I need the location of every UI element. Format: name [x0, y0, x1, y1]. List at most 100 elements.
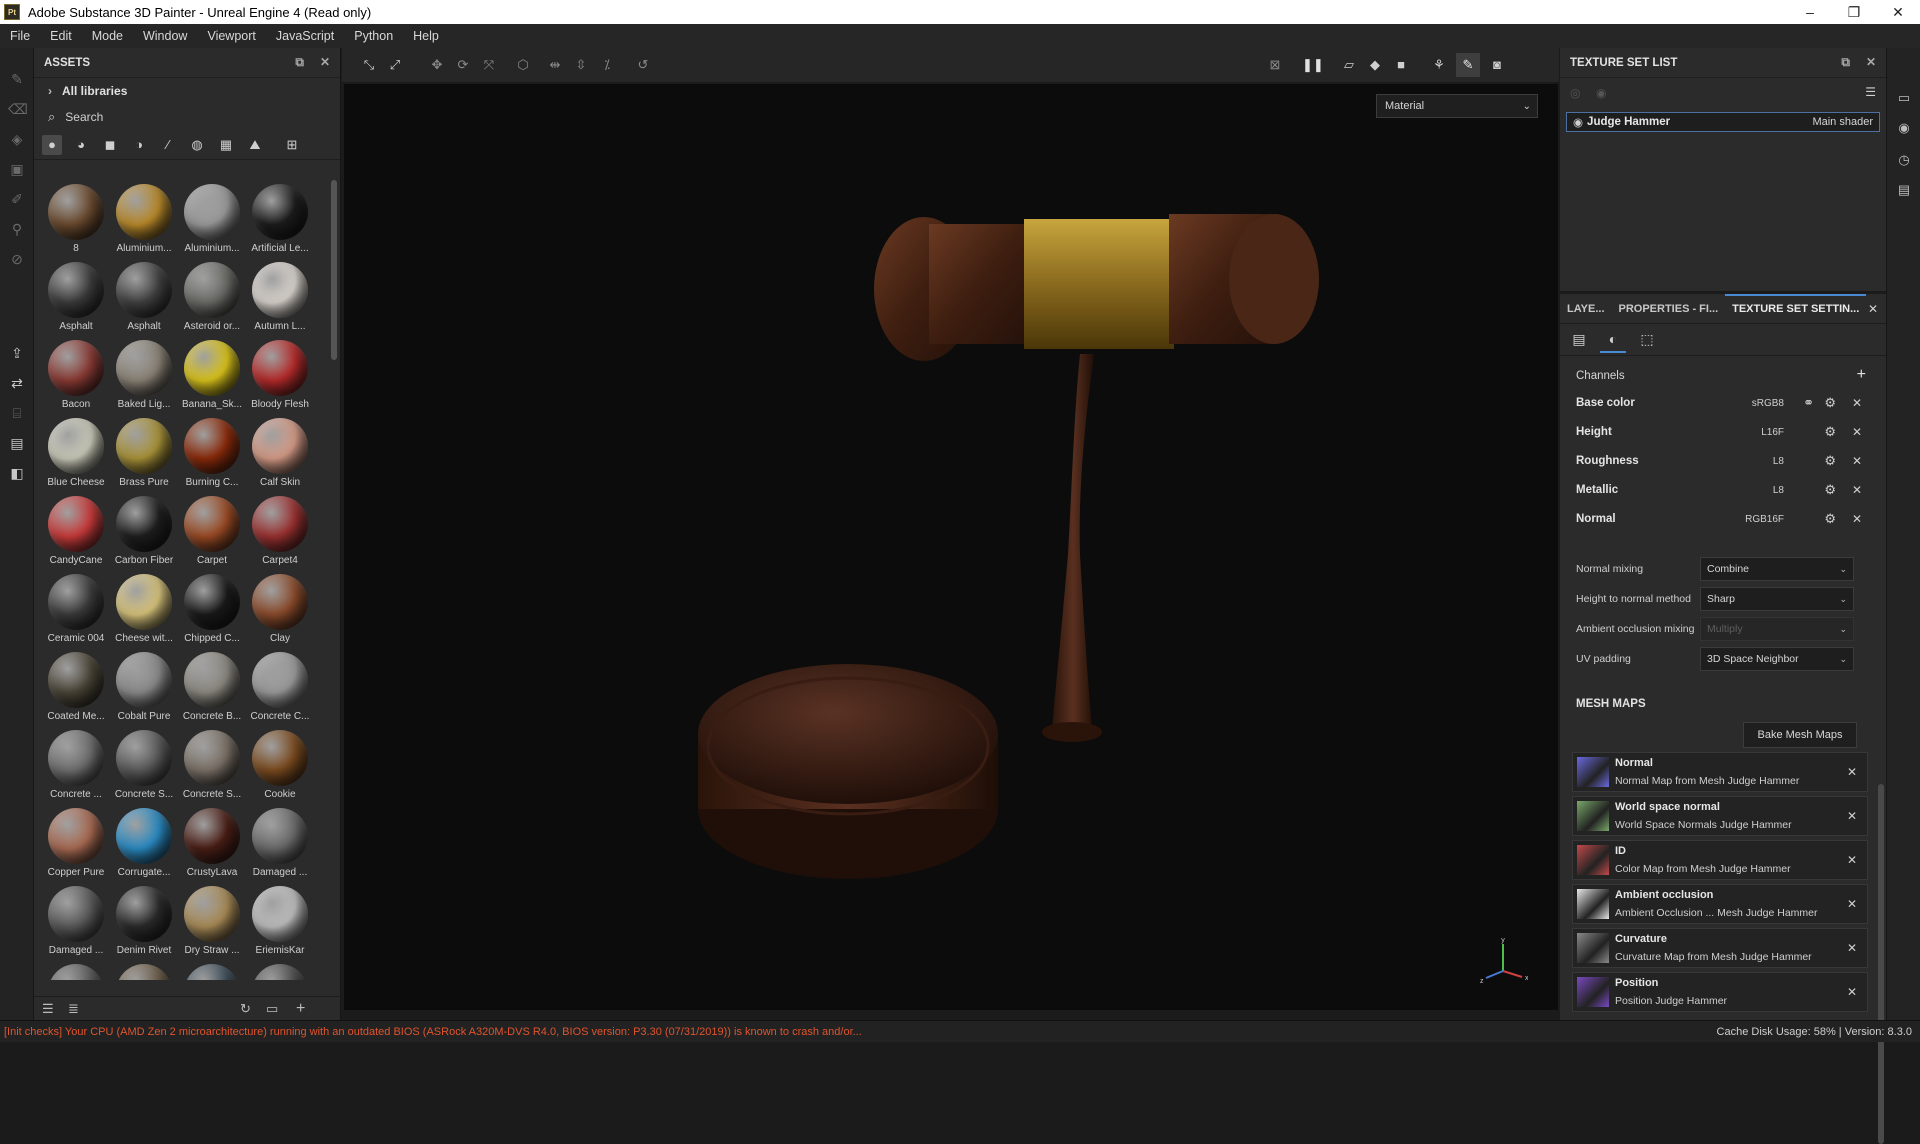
projection-tool-icon[interactable]: ◈: [8, 130, 26, 148]
filter-list-icon[interactable]: ☰: [42, 1001, 54, 1017]
asset-tile[interactable]: Coated Me...: [42, 648, 110, 726]
asset-tile[interactable]: Concrete S...: [110, 726, 178, 804]
asset-tile[interactable]: Autumn L...: [246, 258, 314, 336]
bake-mesh-maps-button[interactable]: Bake Mesh Maps: [1743, 722, 1857, 748]
channel-format[interactable]: L16F: [1761, 427, 1784, 438]
mesh-map-row[interactable]: Normal Normal Map from Mesh Judge Hammer ✕: [1572, 752, 1868, 792]
mesh-map-source[interactable]: World Space Normals Judge Hammer: [1615, 819, 1792, 831]
channel-row[interactable]: Normal RGB16F ⚙ ✕: [1572, 506, 1868, 532]
paint-mode-icon[interactable]: ✎: [1456, 53, 1480, 77]
camera-mode-icon[interactable]: ■: [1392, 56, 1410, 74]
menu-lines-icon[interactable]: ☰: [1865, 85, 1876, 99]
asset-tile[interactable]: Asphalt: [42, 258, 110, 336]
display-settings-icon[interactable]: ◧: [8, 464, 26, 482]
picker-tool-icon[interactable]: ⊘: [8, 250, 26, 268]
remove-channel-icon[interactable]: ✕: [1852, 483, 1862, 497]
close-tab-icon[interactable]: ✕: [1868, 302, 1878, 316]
geometry-fill-tool-icon[interactable]: ▣: [8, 160, 26, 178]
comment-icon[interactable]: ▭: [1896, 90, 1912, 106]
normal-mixing-select[interactable]: Combine ⌄: [1700, 557, 1854, 581]
eye-icon[interactable]: ◉: [1573, 115, 1583, 129]
asset-tile[interactable]: Carpet: [178, 492, 246, 570]
add-asset-icon[interactable]: +: [296, 1000, 305, 1018]
channel-settings-icon[interactable]: ⚙: [1824, 482, 1836, 498]
smart-mask-filter-icon[interactable]: ◑: [129, 135, 149, 155]
uv-settings-icon[interactable]: ⬚: [1634, 327, 1660, 353]
asset-tile[interactable]: EriemisKar: [246, 882, 314, 960]
asset-tile[interactable]: Concrete S...: [178, 726, 246, 804]
shader-icon[interactable]: ◉: [1896, 120, 1912, 136]
mirror-icon[interactable]: ⇹: [546, 56, 564, 74]
channel-row[interactable]: Metallic L8 ⚙ ✕: [1572, 477, 1868, 503]
visibility-off-icon[interactable]: ◎: [1570, 86, 1580, 100]
smart-material-filter-icon[interactable]: ◕: [71, 135, 91, 155]
menu-python[interactable]: Python: [344, 29, 403, 43]
refresh-icon[interactable]: ↻: [240, 1001, 251, 1017]
asset-tile[interactable]: Cheese wit...: [110, 570, 178, 648]
menu-viewport[interactable]: Viewport: [197, 29, 265, 43]
export-icon[interactable]: ⇪: [8, 344, 26, 362]
asset-tile[interactable]: Bloody Flesh: [246, 336, 314, 414]
grid-view-icon[interactable]: ⊞: [282, 135, 302, 155]
menu-window[interactable]: Window: [133, 29, 197, 43]
3d-viewport[interactable]: Material ⌄ y x z: [344, 84, 1558, 1010]
frame-icon[interactable]: ▱: [1340, 56, 1358, 74]
transform-icon[interactable]: ⤡: [360, 56, 378, 74]
mesh-map-source[interactable]: Curvature Map from Mesh Judge Hammer: [1615, 951, 1812, 963]
paint-brush-tool-icon[interactable]: ✎: [8, 70, 26, 88]
tab-layers[interactable]: LAYE...: [1560, 294, 1612, 324]
channel-settings-icon[interactable]: ⚙: [1824, 511, 1836, 527]
asset-tile[interactable]: [246, 960, 314, 980]
channel-link-icon[interactable]: ⚭: [1803, 395, 1814, 411]
minimize-button[interactable]: –: [1788, 0, 1832, 24]
remove-mesh-map-icon[interactable]: ✕: [1847, 941, 1857, 955]
close-window-button[interactable]: ✕: [1876, 0, 1920, 24]
menu-edit[interactable]: Edit: [40, 29, 82, 43]
asset-tile[interactable]: Damaged ...: [246, 804, 314, 882]
mesh-map-row[interactable]: Ambient occlusion Ambient Occlusion ... M…: [1572, 884, 1868, 924]
material-filter-icon[interactable]: ●: [42, 134, 62, 155]
mesh-map-source[interactable]: Color Map from Mesh Judge Hammer: [1615, 863, 1791, 875]
particle-filter-icon[interactable]: ◍: [187, 135, 207, 155]
mask-filter-icon[interactable]: ◼: [100, 135, 120, 155]
mesh-map-row[interactable]: World space normal World Space Normals Ju…: [1572, 796, 1868, 836]
asset-tile[interactable]: Calf Skin: [246, 414, 314, 492]
close-panel-icon[interactable]: ✕: [320, 55, 330, 69]
asset-tile[interactable]: Chipped C...: [178, 570, 246, 648]
channel-format[interactable]: sRGB8: [1752, 398, 1784, 409]
mesh-map-source[interactable]: Position Judge Hammer: [1615, 995, 1727, 1007]
remove-mesh-map-icon[interactable]: ✕: [1847, 765, 1857, 779]
mesh-map-source[interactable]: Ambient Occlusion ... Mesh Judge Hammer: [1615, 907, 1818, 919]
visibility-icon[interactable]: ◉: [1596, 86, 1606, 100]
asset-tile[interactable]: Baked Lig...: [110, 336, 178, 414]
mesh-map-row[interactable]: Curvature Curvature Map from Mesh Judge H…: [1572, 928, 1868, 968]
asset-tile[interactable]: Burning C...: [178, 414, 246, 492]
asset-tile[interactable]: Corrugate...: [110, 804, 178, 882]
asset-tile[interactable]: CrustyLava: [178, 804, 246, 882]
error-message[interactable]: [Init checks] Your CPU (AMD Zen 2 microa…: [4, 1026, 862, 1038]
tab-properties[interactable]: PROPERTIES - FI...: [1612, 294, 1726, 324]
channel-settings-icon[interactable]: ⚙: [1824, 453, 1836, 469]
remove-mesh-map-icon[interactable]: ✕: [1847, 809, 1857, 823]
assets-scrollbar[interactable]: [331, 180, 337, 360]
add-channel-icon[interactable]: +: [1857, 366, 1866, 384]
symmetry-icon[interactable]: ⚘: [1430, 56, 1448, 74]
menu-javascript[interactable]: JavaScript: [266, 29, 344, 43]
assets-search[interactable]: ⌕ Search: [34, 104, 340, 130]
asset-tile[interactable]: Brass Pure: [110, 414, 178, 492]
eraser-tool-icon[interactable]: ⌫: [8, 100, 28, 118]
asset-tile[interactable]: Dry Straw ...: [178, 882, 246, 960]
uv-transform-icon[interactable]: ⤢: [386, 56, 404, 74]
remove-mesh-map-icon[interactable]: ✕: [1847, 897, 1857, 911]
brush-filter-icon[interactable]: ⁄: [158, 135, 178, 155]
undock-icon[interactable]: ⧉: [1841, 55, 1850, 70]
asset-tile[interactable]: [178, 960, 246, 980]
menu-file[interactable]: File: [0, 29, 40, 43]
channel-row[interactable]: Roughness L8 ⚙ ✕: [1572, 448, 1868, 474]
texture-set-settings-icon[interactable]: ▤: [1566, 327, 1592, 353]
all-libraries-row[interactable]: › All libraries: [34, 78, 340, 104]
clone-tool-icon[interactable]: ⚲: [8, 220, 26, 238]
asset-tile[interactable]: Concrete ...: [42, 726, 110, 804]
asset-tile[interactable]: [42, 960, 110, 980]
mesh-map-source[interactable]: Normal Map from Mesh Judge Hammer: [1615, 775, 1799, 787]
